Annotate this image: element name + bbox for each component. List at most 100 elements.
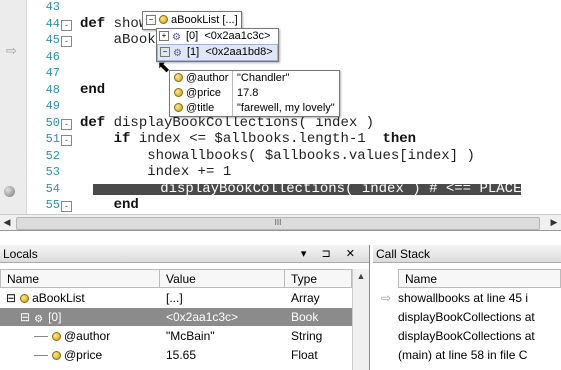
- detail-value: "farewell, my lovely": [232, 101, 339, 116]
- panel-window-buttons[interactable]: ▾ ⊐ ✕: [301, 245, 361, 263]
- datatip-detail[interactable]: @price 17.8: [170, 86, 339, 101]
- code-line[interactable]: 45- aBookList.book|: [0, 32, 561, 48]
- scroll-thumb[interactable]: III: [16, 217, 540, 230]
- line-number: 50: [45, 115, 60, 130]
- locals-row[interactable]: @author "McBain" String: [0, 327, 352, 345]
- line-number: 54: [45, 181, 60, 196]
- code-line[interactable]: 51- if index <= $allbooks.length-1 then: [0, 131, 561, 147]
- type-cell: Array: [291, 291, 320, 305]
- value-cell[interactable]: "McBain": [160, 327, 285, 345]
- field-icon: [174, 73, 183, 82]
- column-header-label: Value: [166, 272, 196, 286]
- keyword: def: [80, 114, 106, 131]
- line-number: 43: [45, 0, 60, 14]
- object-icon: ⚙: [172, 32, 181, 43]
- detail-value: "Chandler": [232, 71, 293, 86]
- collapse-icon[interactable]: −: [146, 15, 156, 26]
- column-header-label: Name: [405, 272, 438, 286]
- call-stack-frame: (main) at line 58 in file C: [398, 348, 528, 362]
- code-text: displayBookCollections( index ) # <== PL…: [93, 180, 522, 197]
- keyword: end: [113, 197, 139, 213]
- code-line[interactable]: 53 index += 1: [0, 165, 561, 179]
- line-number: 51: [45, 132, 60, 146]
- call-stack-frame: showallbooks at line 45 i: [398, 291, 529, 305]
- code-editor[interactable]: ⇨ 4344-def showBookList )45- aBookList.b…: [0, 0, 561, 214]
- call-stack-row[interactable]: ⇨ showallbooks at line 45 i: [373, 289, 561, 307]
- code-line[interactable]: 55- end: [0, 197, 561, 213]
- collapse-icon[interactable]: −: [160, 47, 170, 58]
- locals-row[interactable]: @price 15.65 Float: [0, 346, 352, 364]
- variable-icon: [159, 15, 168, 24]
- detail-key: @author: [186, 72, 229, 84]
- value-cell[interactable]: [...]: [160, 289, 285, 307]
- code-line[interactable]: 43: [0, 0, 561, 14]
- panel-title: Call Stack: [376, 247, 431, 261]
- type-cell: Book: [285, 308, 352, 326]
- code-text: end: [80, 83, 105, 97]
- keyword: then: [382, 131, 417, 147]
- scroll-left-icon[interactable]: ◀: [0, 215, 14, 230]
- collapse-icon[interactable]: ⊟: [20, 310, 30, 324]
- code-text: [80, 52, 114, 63]
- horizontal-scrollbar[interactable]: ◀ III ▶: [0, 214, 561, 231]
- column-header-label: Name: [7, 272, 40, 286]
- object-icon: ⚙: [34, 314, 44, 325]
- value-cell[interactable]: <0x2aa1c3c>: [160, 308, 285, 326]
- datatip-root-value: [...]: [222, 14, 238, 26]
- variable-name: @author: [64, 329, 111, 343]
- code-content: displayBookCollections( index ) # <== PL…: [160, 180, 522, 197]
- name-cell: ⊟ aBookList: [0, 289, 160, 307]
- code-line[interactable]: 54 displayBookCollections( index ) # <==…: [0, 180, 561, 197]
- name-cell: @author: [0, 327, 160, 345]
- code-line[interactable]: 50- def displayBookCollections( index ): [0, 114, 561, 131]
- call-stack-row[interactable]: displayBookCollections at: [373, 327, 561, 345]
- code-line[interactable]: 44-def showBookList ): [0, 17, 561, 31]
- scroll-grip: III: [274, 218, 282, 227]
- code-line[interactable]: 46: [0, 51, 561, 63]
- fold-toggle-icon[interactable]: -: [61, 135, 72, 146]
- expand-icon[interactable]: +: [159, 31, 169, 42]
- locals-panel: Locals ▾ ⊐ ✕ Name Value Type ⊟ aBookList[…: [0, 245, 370, 370]
- fold-toggle-icon[interactable]: -: [61, 19, 72, 31]
- call-stack-frame: displayBookCollections at: [398, 310, 535, 324]
- field-icon: [174, 88, 183, 97]
- locals-row[interactable]: ⊟ ⚙ [0] <0x2aa1c3c> Book: [0, 308, 352, 326]
- column-header-type[interactable]: Type: [285, 269, 352, 288]
- variable-name: [0]: [48, 310, 62, 324]
- column-header-name[interactable]: Name: [398, 269, 561, 288]
- fold-toggle-icon[interactable]: -: [61, 201, 72, 212]
- code-text: index += 1: [80, 165, 231, 179]
- collapse-icon[interactable]: ⊟: [6, 291, 16, 305]
- column-header-value[interactable]: Value: [160, 269, 285, 288]
- call-stack-panel: Call Stack Name ⇨ showallbooks at line 45…: [373, 245, 561, 370]
- line-number: 53: [45, 165, 60, 179]
- call-stack-row[interactable]: (main) at line 58 in file C: [373, 346, 561, 364]
- code-line[interactable]: 52 showallbooks( $allbooks.values[index]…: [0, 147, 561, 164]
- datatip-items: + ⚙ [0] <0x2aa1c3c> − ⚙ [1] <0x2aa1bd8>: [156, 28, 279, 62]
- mouse-cursor-icon: ⬉: [157, 59, 171, 76]
- vertical-scrollbar[interactable]: ▲: [352, 269, 369, 370]
- locals-row[interactable]: ⊟ aBookList [...] Array: [0, 289, 352, 307]
- code-text: def displayBookCollections( index ): [80, 114, 374, 131]
- datatip-root-name: aBookList: [171, 14, 220, 26]
- name-cell: ⊟ ⚙ [0]: [0, 308, 160, 326]
- fold-toggle-icon[interactable]: -: [61, 36, 72, 47]
- detail-key: @price: [186, 87, 222, 99]
- datatip-detail[interactable]: @author "Chandler": [170, 71, 339, 86]
- code-content: showallbooks( $allbooks.values[index] ): [147, 147, 475, 164]
- type-cell: String: [291, 329, 323, 343]
- line-number: 48: [45, 82, 60, 97]
- datatip-item[interactable]: + ⚙ [0] <0x2aa1c3c>: [157, 29, 278, 44]
- datatip-item[interactable]: − ⚙ [1] <0x2aa1bd8>: [157, 44, 278, 61]
- fold-toggle-icon[interactable]: -: [61, 118, 72, 130]
- scroll-right-icon[interactable]: ▶: [547, 215, 561, 230]
- scroll-up-icon[interactable]: ▲: [353, 271, 369, 281]
- datatip-item-name: [1]: [187, 46, 200, 58]
- call-stack-row[interactable]: displayBookCollections at: [373, 308, 561, 326]
- value-cell[interactable]: 15.65: [160, 346, 285, 364]
- line-number: 47: [45, 66, 60, 80]
- datatip-detail[interactable]: @title "farewell, my lovely": [170, 101, 339, 116]
- column-header-name[interactable]: Name: [0, 269, 160, 288]
- variable-icon: [20, 294, 30, 303]
